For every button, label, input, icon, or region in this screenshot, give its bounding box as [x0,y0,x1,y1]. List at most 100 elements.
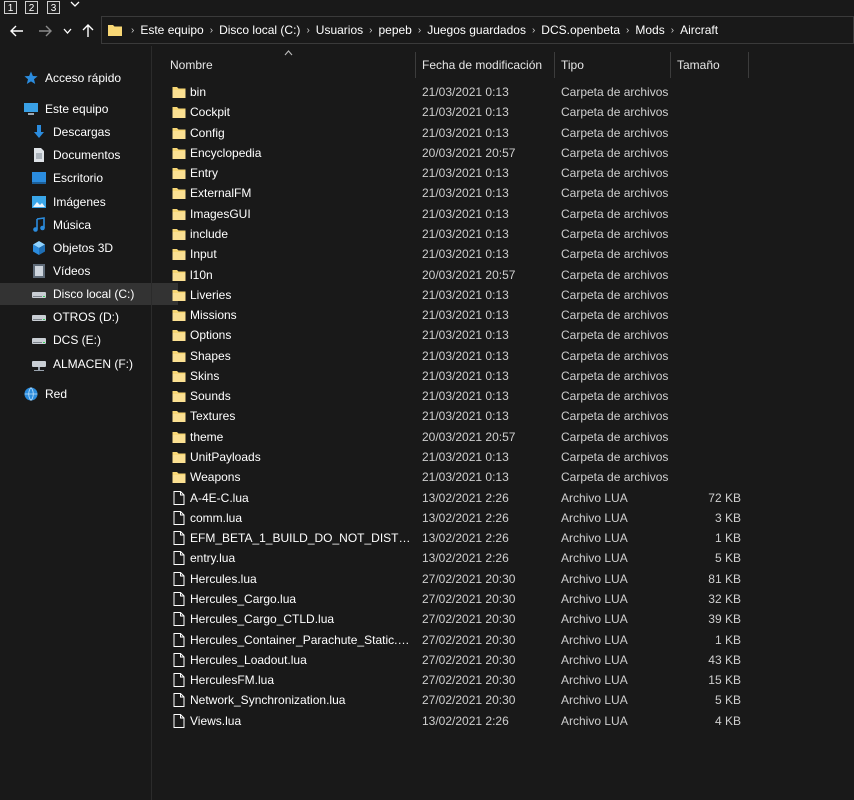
file-date: 21/03/2021 0:13 [422,125,509,140]
breadcrumb-mods[interactable]: Mods [631,23,668,37]
file-name: UnitPayloads [190,450,261,465]
file-row[interactable]: EFM_BETA_1_BUILD_DO_NOT_DISTRIBUTE... 13/… [166,528,756,548]
folder-row[interactable]: Options 21/03/2021 0:13 Carpeta de archivo… [166,325,756,345]
nav-item-label: ALMACEN (F:) [53,357,134,371]
address-bar[interactable]: › Este equipo › Disco local (C:) › Usuar… [101,16,854,44]
folder-icon [172,105,186,119]
folder-row[interactable]: Entry 21/03/2021 0:13 Carpeta de archivos [166,163,756,183]
customize-toolbar-chevron-icon[interactable] [70,0,80,11]
file-size: 1 KB [714,531,741,546]
file-type: Archivo LUA [561,693,628,708]
up-button[interactable] [78,16,98,46]
folder-row[interactable]: include 21/03/2021 0:13 Carpeta de archivo… [166,224,756,244]
file-row[interactable]: Hercules.lua 27/02/2021 20:30 Archivo LUA 8… [166,569,756,589]
folder-row[interactable]: Input 21/03/2021 0:13 Carpeta de archivos [166,244,756,264]
folder-icon [172,288,186,302]
breadcrumb-separator-icon: › [417,24,422,36]
file-size [671,467,741,487]
forward-button[interactable] [34,16,56,46]
breadcrumb-juegos-guardados[interactable]: Juegos guardados [423,23,530,37]
file-icon [172,612,186,627]
folder-icon [172,146,186,160]
folder-row[interactable]: ExternalFM 21/03/2021 0:13 Carpeta de arch… [166,183,756,203]
folder-row[interactable]: Shapes 21/03/2021 0:13 Carpeta de archivos [166,346,756,366]
file-name: Hercules_Loadout.lua [190,652,307,667]
file-row[interactable]: Hercules_Cargo.lua 27/02/2021 20:30 Archiv… [166,589,756,609]
file-row[interactable]: A-4E-C.lua 13/02/2021 2:26 Archivo LUA 72 K… [166,488,756,508]
file-date: 21/03/2021 0:13 [422,348,509,363]
folder-row[interactable]: Encyclopedia 20/03/2021 20:57 Carpeta de a… [166,143,756,163]
column-header-name[interactable]: Nombre [164,52,416,78]
nav-item-este-equipo[interactable]: Este equipo [0,98,170,120]
forward-arrow-icon [39,25,52,37]
file-size [671,102,741,122]
file-name: Hercules_Cargo_CTLD.lua [190,612,335,627]
nav-item-red[interactable]: Red [0,383,170,405]
file-size [671,244,741,264]
file-row[interactable]: Hercules_Container_Parachute_Static.lua 2… [166,630,756,650]
breadcrumb-disco-local[interactable]: Disco local (C:) [215,23,304,37]
file-row[interactable]: Hercules_Cargo_CTLD.lua 27/02/2021 20:30 A… [166,609,756,629]
folder-row[interactable]: Textures 21/03/2021 0:13 Carpeta de archiv… [166,406,756,426]
file-size [671,427,741,447]
file-type: Carpeta de archivos [561,409,669,424]
folder-row[interactable]: theme 20/03/2021 20:57 Carpeta de archivos [166,427,756,447]
file-date: 21/03/2021 0:13 [422,450,509,465]
file-row[interactable]: Views.lua 13/02/2021 2:26 Archivo LUA 4 KB [166,711,756,731]
file-size: 5 KB [714,551,741,566]
file-icon [172,531,186,546]
folder-icon [172,85,186,99]
up-arrow-icon [82,24,94,37]
music-icon [30,216,48,234]
breadcrumb-pepeb[interactable]: pepeb [374,23,415,37]
file-date: 27/02/2021 20:30 [422,673,516,688]
folder-row[interactable]: l10n 20/03/2021 20:57 Carpeta de archivos [166,265,756,285]
file-date: 21/03/2021 0:13 [422,368,509,383]
folder-row[interactable]: Config 21/03/2021 0:13 Carpeta de archivos [166,123,756,143]
column-header-date[interactable]: Fecha de modificación [416,52,555,78]
drive-icon [30,308,48,326]
file-size: 5 KB [714,693,741,708]
file-row[interactable]: Hercules_Loadout.lua 27/02/2021 20:30 Arch… [166,650,756,670]
file-date: 13/02/2021 2:26 [422,713,509,728]
breadcrumb-aircraft[interactable]: Aircraft [676,23,722,37]
folder-row[interactable]: Sounds 21/03/2021 0:13 Carpeta de archivos [166,386,756,406]
folder-row[interactable]: Missions 21/03/2021 0:13 Carpeta de archiv… [166,305,756,325]
folder-row[interactable]: Weapons 21/03/2021 0:13 Carpeta de archivo… [166,467,756,487]
file-size: 3 KB [714,510,741,525]
folder-row[interactable]: Liveries 21/03/2021 0:13 Carpeta de archiv… [166,285,756,305]
nav-item-acceso-r-pido[interactable]: Acceso rápido [0,67,170,89]
file-name: A-4E-C.lua [190,490,249,505]
folder-icon [172,186,186,200]
file-type: Carpeta de archivos [561,85,669,99]
file-name: entry.lua [190,551,236,566]
network-icon [22,385,40,403]
recent-locations-button[interactable] [60,16,74,46]
file-size: 43 KB [708,652,741,667]
file-icon [172,673,186,688]
file-type: Carpeta de archivos [561,368,669,383]
nav-item-label: Descargas [53,125,111,139]
file-row[interactable]: Network_Synchronization.lua 27/02/2021 20… [166,690,756,710]
breadcrumb-dcs-openbeta[interactable]: DCS.openbeta [537,23,624,37]
file-row[interactable]: comm.lua 13/02/2021 2:26 Archivo LUA 3 KB [166,508,756,528]
column-header-type[interactable]: Tipo [555,52,671,78]
back-button[interactable] [6,16,28,46]
folder-row[interactable]: bin 21/03/2021 0:13 Carpeta de archivos [166,82,756,102]
breadcrumb-separator-icon: › [306,24,310,36]
file-date: 21/03/2021 0:13 [422,287,509,302]
column-header-size[interactable]: Tamaño [671,52,749,78]
breadcrumb-este-equipo[interactable]: Este equipo [136,23,207,37]
back-arrow-icon [10,25,23,37]
file-row[interactable]: HerculesFM.lua 27/02/2021 20:30 Archivo LU… [166,670,756,690]
file-row[interactable]: entry.lua 13/02/2021 2:26 Archivo LUA 5 KB [166,548,756,568]
file-name: Hercules_Cargo.lua [190,592,297,606]
folder-row[interactable]: Cockpit 21/03/2021 0:13 Carpeta de archivo… [166,102,756,122]
nav-item-label: Documentos [53,148,121,162]
folder-row[interactable]: UnitPayloads 21/03/2021 0:13 Carpeta de ar… [166,447,756,467]
folder-row[interactable]: ImagesGUI 21/03/2021 0:13 Carpeta de archi… [166,204,756,224]
computer-icon [22,100,40,118]
folder-row[interactable]: Skins 21/03/2021 0:13 Carpeta de archivos [166,366,756,386]
drive-icon [30,331,48,349]
breadcrumb-usuarios[interactable]: Usuarios [312,23,367,37]
